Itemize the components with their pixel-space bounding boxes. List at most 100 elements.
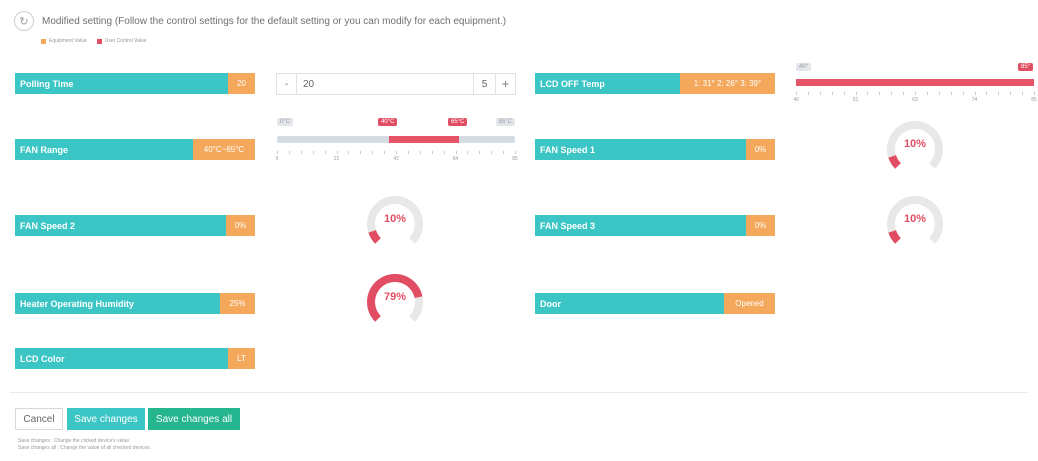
cancel-button[interactable]: Cancel [15,408,63,430]
fan-range-max-label: 85°C [495,118,515,126]
increment-button[interactable]: + [495,74,515,94]
fan-speed-2-value: 0% [226,215,255,236]
row-fan-range: FAN Range 40°C~65°C [15,139,255,160]
polling-time-input[interactable]: 20 [297,74,473,94]
lcd-off-tick-mark [915,92,916,95]
fan-range-high-flag: 65°C [448,118,468,126]
legend-equipment: Equipment Value [41,38,87,44]
fan-speed-1-value: 0% [746,139,775,160]
fan-range-tick-label: 21 [333,156,340,162]
lcd-color-label: LCD Color [15,348,228,369]
legend-equipment-label: Equipment Value [49,38,87,44]
lcd-off-tick-mark [903,92,905,95]
fan-range-tick-mark [324,151,326,154]
legend-user-swatch [96,38,102,44]
fan-range-min-label: 0°C [277,118,294,126]
save-changes-button[interactable]: Save changes [67,408,145,430]
polling-time-stepper: - 20 5 + [276,73,516,95]
lcd-off-tick-mark [1010,92,1012,95]
polling-time-label: Polling Time [15,73,228,94]
fan-speed-1-gauge-fill [888,154,902,169]
fan-range-tick-mark [455,151,457,154]
lcd-off-tick-mark [938,92,940,95]
door-label: Door [535,293,724,314]
fan-range-tick-mark [491,151,493,154]
fan-range-tick-mark [419,151,421,154]
heater-humidity-gauge: 79% [363,270,427,334]
fan-range-tick-mark [312,151,314,154]
fan-range-value: 40°C~65°C [193,139,255,160]
fan-range-tick-label: 64 [452,156,459,162]
row-heater-humidity: Heater Operating Humidity 25% [15,293,255,314]
fan-speed-2-gauge-fill [368,229,382,244]
lcd-off-fill[interactable] [796,79,1034,86]
divider [10,392,1028,393]
fan-range-tick-mark [407,151,409,154]
note-save: Save changes : Change the clicked device… [18,438,131,444]
polling-time-value: 20 [228,73,255,94]
fan-range-low-flag: 40°C [378,118,398,126]
save-changes-all-button[interactable]: Save changes all [148,408,240,430]
fan-speed-3-gauge: 10% [883,192,947,256]
fan-speed-3-gauge-value: 10% [903,213,927,225]
row-fan-speed-3: FAN Speed 3 0% [535,215,775,236]
row-fan-speed-1: FAN Speed 1 0% [535,139,775,160]
heater-humidity-gauge-value: 79% [383,291,407,303]
fan-speed-2-label: FAN Speed 2 [15,215,226,236]
action-notes: Save changes : Change the clicked device… [18,438,151,452]
lcd-off-temp-slider[interactable]: 40° 85° 40 51 63 74 85 [793,63,1037,107]
lcd-off-tick-mark [796,92,797,95]
fan-range-tick-mark [503,151,505,154]
fan-range-tick-mark [431,151,433,154]
legend: Equipment Value User Control Value [41,38,147,44]
lcd-off-tick-mark [855,92,857,95]
legend-equipment-swatch [41,38,46,44]
lcd-off-tick-mark [986,92,988,95]
lcd-off-tick-label: 63 [912,97,918,103]
row-door: Door Opened [535,293,775,314]
fan-range-tick-mark [515,151,516,154]
fan-speed-3-gauge-fill [888,229,902,244]
fan-speed-3-label: FAN Speed 3 [535,215,746,236]
lcd-color-value: LT [228,348,255,369]
lcd-off-tick-mark [819,92,821,95]
lcd-off-tick-mark [867,92,869,95]
note-save-all: Save changes all : Change the value of a… [18,445,152,451]
fan-range-label: FAN Range [15,139,193,160]
lcd-off-value-flag: 85° [1018,63,1034,71]
fan-range-tick-mark [360,151,362,154]
lcd-off-tick-label: 74 [971,97,978,103]
fan-range-tick-mark [277,151,278,154]
decrement-button[interactable]: - [277,74,297,94]
fan-speed-1-label: FAN Speed 1 [535,139,746,160]
page-header: ↻ Modified setting (Follow the control s… [14,11,506,31]
heater-humidity-value: 25% [220,293,255,314]
fan-range-tick-mark [372,151,374,154]
legend-user: User Control Value [96,38,147,44]
fan-range-tick-mark [467,151,469,154]
row-polling-time: Polling Time 20 [15,73,255,94]
heater-humidity-label: Heater Operating Humidity [15,293,220,314]
fan-range-slider[interactable]: 0°C 85°C 40°C 65°C 0 21 43 64 85 [276,118,518,168]
lcd-off-tick-mark [807,92,809,95]
lcd-off-tick-mark [831,92,833,95]
fan-range-tick-mark [336,151,338,154]
fan-speed-2-gauge-value: 10% [383,213,407,225]
lcd-off-temp-value: 1: 31° 2: 26° 3: 39° [680,73,775,94]
lcd-off-tick-mark [843,92,845,95]
fan-speed-1-gauge: 10% [883,117,947,181]
fan-range-tick-label: 43 [393,156,399,162]
lcd-off-tick-mark [974,92,976,95]
lcd-off-tick-label: 40 [793,97,799,103]
fan-range-fill[interactable] [389,136,459,143]
reset-icon[interactable]: ↻ [14,11,34,31]
door-value: Opened [724,293,775,314]
fan-range-tick-mark [479,151,481,154]
legend-user-label: User Control Value [104,38,147,44]
fan-speed-2-gauge: 10% [363,192,427,256]
lcd-off-tick-mark [962,92,964,95]
row-lcd-color: LCD Color LT [15,348,255,369]
lcd-off-tick-mark [891,92,893,95]
fan-speed-1-gauge-value: 10% [903,138,927,150]
lcd-off-temp-label: LCD OFF Temp [535,73,680,94]
